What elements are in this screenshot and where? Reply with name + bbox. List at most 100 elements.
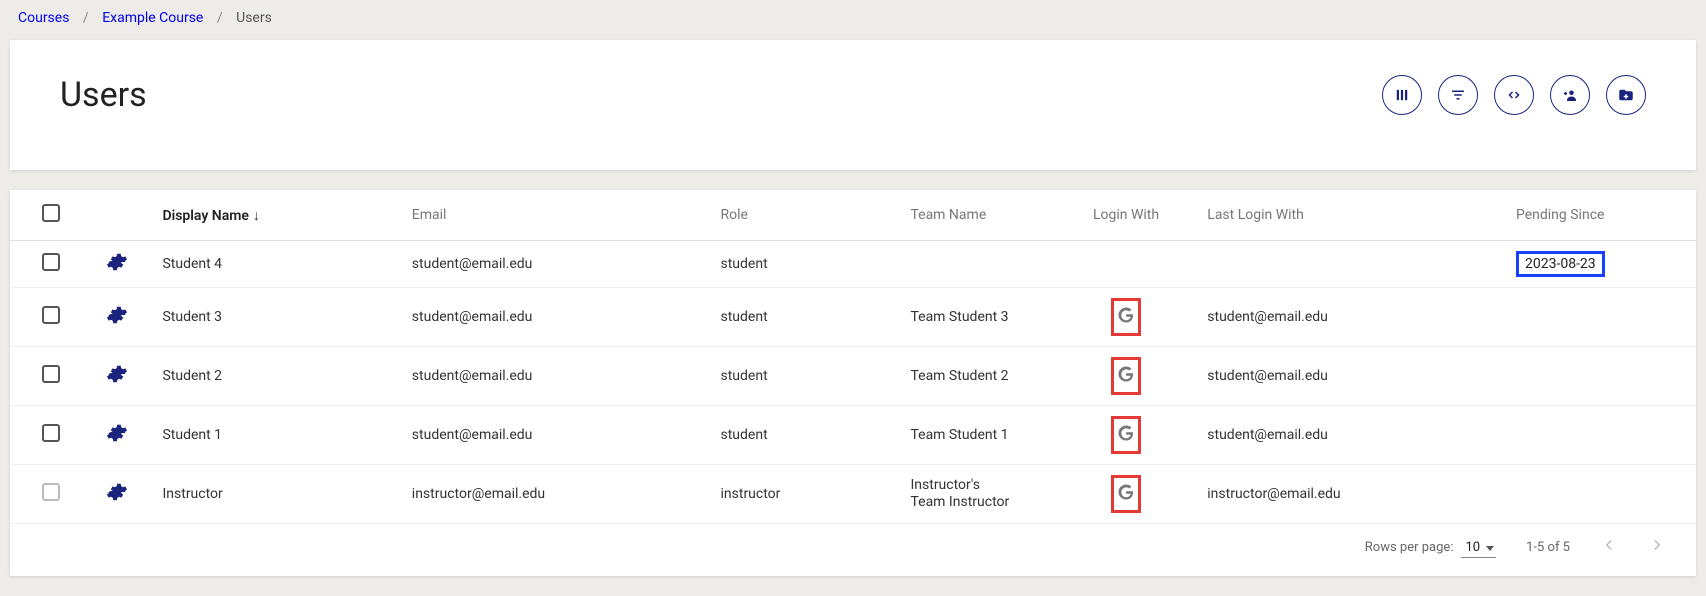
table-footer: Rows per page: 10 1-5 of 5 xyxy=(10,524,1696,571)
cell-last-login: instructor@email.edu xyxy=(1197,465,1506,524)
cell-role: student xyxy=(711,406,901,465)
header-role[interactable]: Role xyxy=(711,190,901,241)
row-settings-gear-icon[interactable] xyxy=(106,422,128,444)
login-provider-highlight xyxy=(1111,416,1141,454)
header-login-with[interactable]: Login With xyxy=(1055,190,1197,241)
folder-add-icon xyxy=(1617,86,1635,104)
rows-per-page-select[interactable]: 10 xyxy=(1461,538,1496,558)
import-button[interactable] xyxy=(1606,75,1646,115)
breadcrumb-link-course[interactable]: Example Course xyxy=(102,10,203,26)
table-row: Student 2student@email.edustudentTeam St… xyxy=(10,347,1696,406)
table-row: Instructorinstructor@email.eduinstructor… xyxy=(10,465,1696,524)
cell-login-with xyxy=(1055,406,1197,465)
row-checkbox[interactable] xyxy=(42,424,60,442)
cell-display-name: Instructor xyxy=(152,465,401,524)
row-settings-gear-icon[interactable] xyxy=(106,363,128,385)
table-header-row: Display Name↓ Email Role Team Name Login… xyxy=(10,190,1696,241)
row-settings-gear-icon[interactable] xyxy=(106,481,128,503)
row-checkbox[interactable] xyxy=(42,253,60,271)
add-user-icon xyxy=(1561,86,1579,104)
row-checkbox[interactable] xyxy=(42,365,60,383)
users-table: Display Name↓ Email Role Team Name Login… xyxy=(10,190,1696,524)
cell-email: student@email.edu xyxy=(402,288,711,347)
breadcrumb: Courses / Example Course / Users xyxy=(0,0,1706,40)
rows-per-page-label: Rows per page: xyxy=(1365,540,1454,555)
cell-display-name: Student 1 xyxy=(152,406,401,465)
header-team-name[interactable]: Team Name xyxy=(900,190,1054,241)
next-page-button[interactable] xyxy=(1648,536,1666,559)
cell-pending-since xyxy=(1506,347,1696,406)
cell-login-with xyxy=(1055,465,1197,524)
columns-button[interactable] xyxy=(1382,75,1422,115)
chevron-right-icon xyxy=(1648,536,1666,554)
breadcrumb-sep: / xyxy=(73,10,99,26)
page-title: Users xyxy=(60,75,147,115)
cell-last-login: student@email.edu xyxy=(1197,347,1506,406)
header-gear-cell xyxy=(81,190,152,241)
cell-display-name: Student 4 xyxy=(152,241,401,288)
cell-pending-since xyxy=(1506,288,1696,347)
cell-email: instructor@email.edu xyxy=(402,465,711,524)
table-row: Student 4student@email.edustudent 2023-08… xyxy=(10,241,1696,288)
cell-email: student@email.edu xyxy=(402,347,711,406)
google-icon xyxy=(1116,482,1136,502)
cell-last-login: student@email.edu xyxy=(1197,406,1506,465)
cell-role: student xyxy=(711,288,901,347)
cell-login-with xyxy=(1055,241,1197,288)
cell-display-name: Student 2 xyxy=(152,347,401,406)
columns-icon xyxy=(1393,86,1411,104)
embed-button[interactable] xyxy=(1494,75,1534,115)
cell-pending-since: 2023-08-23 xyxy=(1506,241,1696,288)
row-checkbox xyxy=(42,483,60,501)
cell-last-login: student@email.edu xyxy=(1197,288,1506,347)
page-range: 1-5 of 5 xyxy=(1526,540,1570,555)
header-display-name[interactable]: Display Name↓ xyxy=(152,190,401,241)
cell-email: student@email.edu xyxy=(402,406,711,465)
google-icon xyxy=(1116,364,1136,384)
table-row: Student 3student@email.edustudentTeam St… xyxy=(10,288,1696,347)
cell-team-name xyxy=(900,241,1054,288)
users-table-card: Display Name↓ Email Role Team Name Login… xyxy=(10,190,1696,576)
cell-team-name: Team Student 2 xyxy=(900,347,1054,406)
add-user-button[interactable] xyxy=(1550,75,1590,115)
cell-last-login xyxy=(1197,241,1506,288)
row-settings-gear-icon[interactable] xyxy=(106,304,128,326)
cell-team-name: Team Student 1 xyxy=(900,406,1054,465)
breadcrumb-sep: / xyxy=(207,10,233,26)
pagination: 1-5 of 5 xyxy=(1526,536,1666,559)
cell-email: student@email.edu xyxy=(402,241,711,288)
pending-since-highlight: 2023-08-23 xyxy=(1516,251,1605,277)
google-icon xyxy=(1116,305,1136,325)
cell-pending-since xyxy=(1506,465,1696,524)
header-last-login[interactable]: Last Login With xyxy=(1197,190,1506,241)
cell-role: instructor xyxy=(711,465,901,524)
filter-icon xyxy=(1449,86,1467,104)
breadcrumb-current: Users xyxy=(236,10,272,26)
cell-login-with xyxy=(1055,347,1197,406)
header-checkbox-cell xyxy=(10,190,81,241)
row-checkbox[interactable] xyxy=(42,306,60,324)
header-email[interactable]: Email xyxy=(402,190,711,241)
cell-role: student xyxy=(711,347,901,406)
rows-per-page: Rows per page: 10 xyxy=(1365,538,1496,558)
code-icon xyxy=(1505,86,1523,104)
login-provider-highlight xyxy=(1111,298,1141,336)
cell-team-name: Team Student 3 xyxy=(900,288,1054,347)
action-buttons xyxy=(1382,75,1646,115)
filter-button[interactable] xyxy=(1438,75,1478,115)
login-provider-highlight xyxy=(1111,475,1141,513)
cell-team-name: Instructor's Team Instructor xyxy=(900,465,1054,524)
breadcrumb-link-courses[interactable]: Courses xyxy=(18,10,69,26)
cell-login-with xyxy=(1055,288,1197,347)
select-all-checkbox[interactable] xyxy=(42,204,60,222)
google-icon xyxy=(1116,423,1136,443)
header-pending-since[interactable]: Pending Since xyxy=(1506,190,1696,241)
prev-page-button[interactable] xyxy=(1600,536,1618,559)
row-settings-gear-icon[interactable] xyxy=(106,251,128,273)
cell-display-name: Student 3 xyxy=(152,288,401,347)
cell-pending-since xyxy=(1506,406,1696,465)
cell-role: student xyxy=(711,241,901,288)
page-header: Users xyxy=(10,40,1696,170)
table-row: Student 1student@email.edustudentTeam St… xyxy=(10,406,1696,465)
chevron-left-icon xyxy=(1600,536,1618,554)
